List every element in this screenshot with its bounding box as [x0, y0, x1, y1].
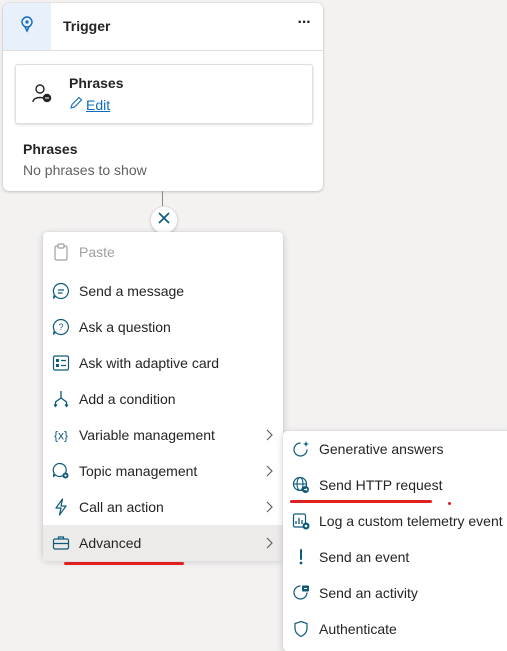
phrases-section-heading: Phrases: [23, 141, 78, 157]
menu-item-label: Ask with adaptive card: [79, 355, 220, 371]
submenu-item-label: Send an activity: [319, 585, 418, 601]
menu-item-send-message[interactable]: Send a message: [43, 273, 283, 309]
annotation-dot: [448, 502, 451, 505]
submenu-item-authenticate[interactable]: Authenticate: [283, 611, 507, 647]
menu-item-label: Advanced: [79, 535, 142, 551]
more-options-button[interactable]: ···: [293, 13, 315, 37]
submenu-item-send-activity[interactable]: Send an activity: [283, 575, 507, 611]
phrases-box: Phrases Edit: [15, 64, 313, 124]
lightning-icon: [51, 497, 71, 517]
question-icon: ?: [51, 317, 71, 337]
submenu-item-label: Log a custom telemetry event: [319, 513, 503, 529]
menu-item-advanced[interactable]: Advanced: [43, 525, 283, 561]
trigger-card-header: Trigger ···: [3, 3, 323, 51]
pencil-icon: [69, 96, 83, 113]
topic-icon: [51, 461, 71, 481]
submenu-item-log-telemetry[interactable]: Log a custom telemetry event: [283, 503, 507, 539]
close-icon: [158, 211, 170, 229]
exclamation-icon: [291, 547, 311, 567]
submenu-item-label: Send an event: [319, 549, 410, 565]
menu-item-paste[interactable]: Paste: [43, 234, 283, 270]
menu-item-label: Paste: [79, 244, 115, 260]
submenu-item-label: Generative answers: [319, 441, 444, 457]
add-node-menu: Paste Send a message ? Ask a question As…: [43, 232, 283, 561]
close-add-node-button[interactable]: [150, 206, 178, 234]
submenu-item-send-http-request[interactable]: Send HTTP request: [283, 467, 507, 503]
trigger-card[interactable]: Trigger ··· Phrases Edit Phrases No phra…: [3, 3, 323, 191]
globe-icon: [291, 475, 311, 495]
edit-link[interactable]: Edit: [69, 96, 110, 113]
phrases-box-title: Phrases: [69, 75, 124, 91]
menu-item-ask-adaptive-card[interactable]: Ask with adaptive card: [43, 345, 283, 381]
condition-branch-icon: [51, 389, 71, 409]
menu-item-call-action[interactable]: Call an action: [43, 489, 283, 525]
advanced-submenu: Generative answers Send HTTP request Log…: [283, 431, 507, 651]
http-request-annotation-underline: [290, 500, 432, 503]
chevron-right-icon: [265, 500, 273, 516]
menu-item-label: Call an action: [79, 499, 164, 515]
menu-item-add-condition[interactable]: Add a condition: [43, 381, 283, 417]
edit-label: Edit: [86, 96, 111, 113]
menu-item-label: Ask a question: [79, 319, 171, 335]
card-title: Trigger: [63, 18, 111, 34]
menu-item-ask-question[interactable]: ? Ask a question: [43, 309, 283, 345]
menu-item-variable-management[interactable]: {x} Variable management: [43, 417, 283, 453]
svg-text:{x}: {x}: [54, 429, 68, 443]
activity-icon: [291, 583, 311, 603]
submenu-item-generative-answers[interactable]: Generative answers: [283, 431, 507, 467]
adaptive-card-icon: [51, 353, 71, 373]
submenu-item-label: Authenticate: [319, 621, 397, 637]
menu-item-label: Send a message: [79, 283, 185, 299]
submenu-item-send-event[interactable]: Send an event: [283, 539, 507, 575]
chevron-right-icon: [265, 428, 273, 444]
menu-item-label: Add a condition: [79, 391, 176, 407]
shield-icon: [291, 619, 311, 639]
menu-item-topic-management[interactable]: Topic management: [43, 453, 283, 489]
menu-item-label: Variable management: [79, 427, 215, 443]
person-chat-icon: [31, 83, 53, 110]
svg-text:?: ?: [58, 322, 63, 332]
variable-icon: {x}: [51, 425, 71, 445]
message-icon: [51, 281, 71, 301]
chevron-right-icon: [265, 464, 273, 480]
paste-icon: [51, 242, 71, 262]
toolbox-icon: [51, 533, 71, 553]
phrases-empty-text: No phrases to show: [23, 162, 147, 178]
chevron-right-icon: [265, 536, 273, 552]
lightbulb-trigger-icon: [18, 15, 36, 38]
trigger-icon-container: [3, 3, 51, 50]
sparkle-chat-icon: [291, 439, 311, 459]
advanced-annotation-underline: [64, 562, 184, 565]
telemetry-icon: [291, 511, 311, 531]
menu-item-label: Topic management: [79, 463, 198, 479]
submenu-item-label: Send HTTP request: [319, 477, 443, 493]
